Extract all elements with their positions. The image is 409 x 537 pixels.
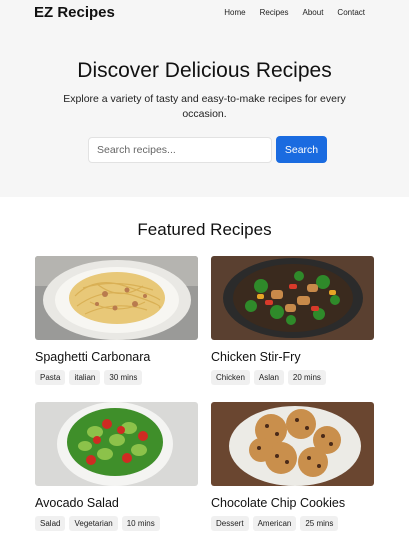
featured-title: Featured Recipes	[137, 220, 272, 239]
tag-time: 20 mins	[287, 370, 326, 385]
main-nav: Home Recipes About Contact	[210, 8, 365, 17]
tag-time: 30 mins	[104, 370, 143, 385]
tag-category: Salad	[35, 516, 66, 531]
top-navbar: EZ Recipes Home Recipes About Contact	[0, 0, 409, 26]
cookies-image[interactable]	[211, 402, 374, 486]
tag-cuisine: Aslan	[253, 370, 284, 385]
recipe-tags: Dessert American 25 mins	[211, 516, 374, 531]
nav-about-link[interactable]: About	[303, 8, 324, 17]
recipe-tags: Pasta italian 30 mins	[35, 370, 198, 385]
recipe-title[interactable]: Chicken Stir-Fry	[211, 350, 374, 364]
recipe-card-spaghetti[interactable]: Spaghetti Carbonara Pasta italian 30 min…	[35, 256, 198, 385]
nav-contact-link[interactable]: Contact	[337, 8, 365, 17]
search-input[interactable]	[88, 137, 272, 163]
recipe-tags: Salad Vegetarian 10 mins	[35, 516, 198, 531]
hero-title: Discover Delicious Recipes	[77, 59, 332, 82]
salad-image[interactable]	[35, 402, 198, 486]
tag-cuisine: Vegetarian	[69, 516, 118, 531]
spaghetti-image[interactable]	[35, 256, 198, 340]
tag-time: 10 mins	[121, 516, 160, 531]
hero-subtitle: Explore a variety of tasty and easy-to-m…	[63, 93, 346, 120]
tag-category: Chicken	[211, 370, 250, 385]
nav-home-link[interactable]: Home	[224, 8, 245, 17]
recipe-tags: Chicken Aslan 20 mins	[211, 370, 374, 385]
tag-category: Dessert	[211, 516, 249, 531]
tag-category: Pasta	[35, 370, 66, 385]
recipe-title[interactable]: Spaghetti Carbonara	[35, 350, 198, 364]
recipe-card-stirfry[interactable]: Chicken Stir-Fry Chicken Aslan 20 mins	[211, 256, 374, 385]
recipe-card-cookies[interactable]: Chocolate Chip Cookies Dessert American …	[211, 402, 374, 531]
search-button[interactable]: Search	[276, 136, 327, 163]
recipe-card-avocado-salad[interactable]: Avocado Salad Salad Vegetarian 10 mins	[35, 402, 198, 531]
stirfry-image[interactable]	[211, 256, 374, 340]
site-logo[interactable]: EZ Recipes	[34, 4, 115, 21]
recipe-title[interactable]: Avocado Salad	[35, 496, 198, 510]
hero-section: Discover Delicious Recipes Explore a var…	[0, 26, 409, 197]
tag-cuisine: American	[252, 516, 297, 531]
nav-recipes-link[interactable]: Recipes	[260, 8, 289, 17]
recipe-title[interactable]: Chocolate Chip Cookies	[211, 496, 374, 510]
tag-time: 25 mins	[300, 516, 339, 531]
tag-cuisine: italian	[69, 370, 101, 385]
